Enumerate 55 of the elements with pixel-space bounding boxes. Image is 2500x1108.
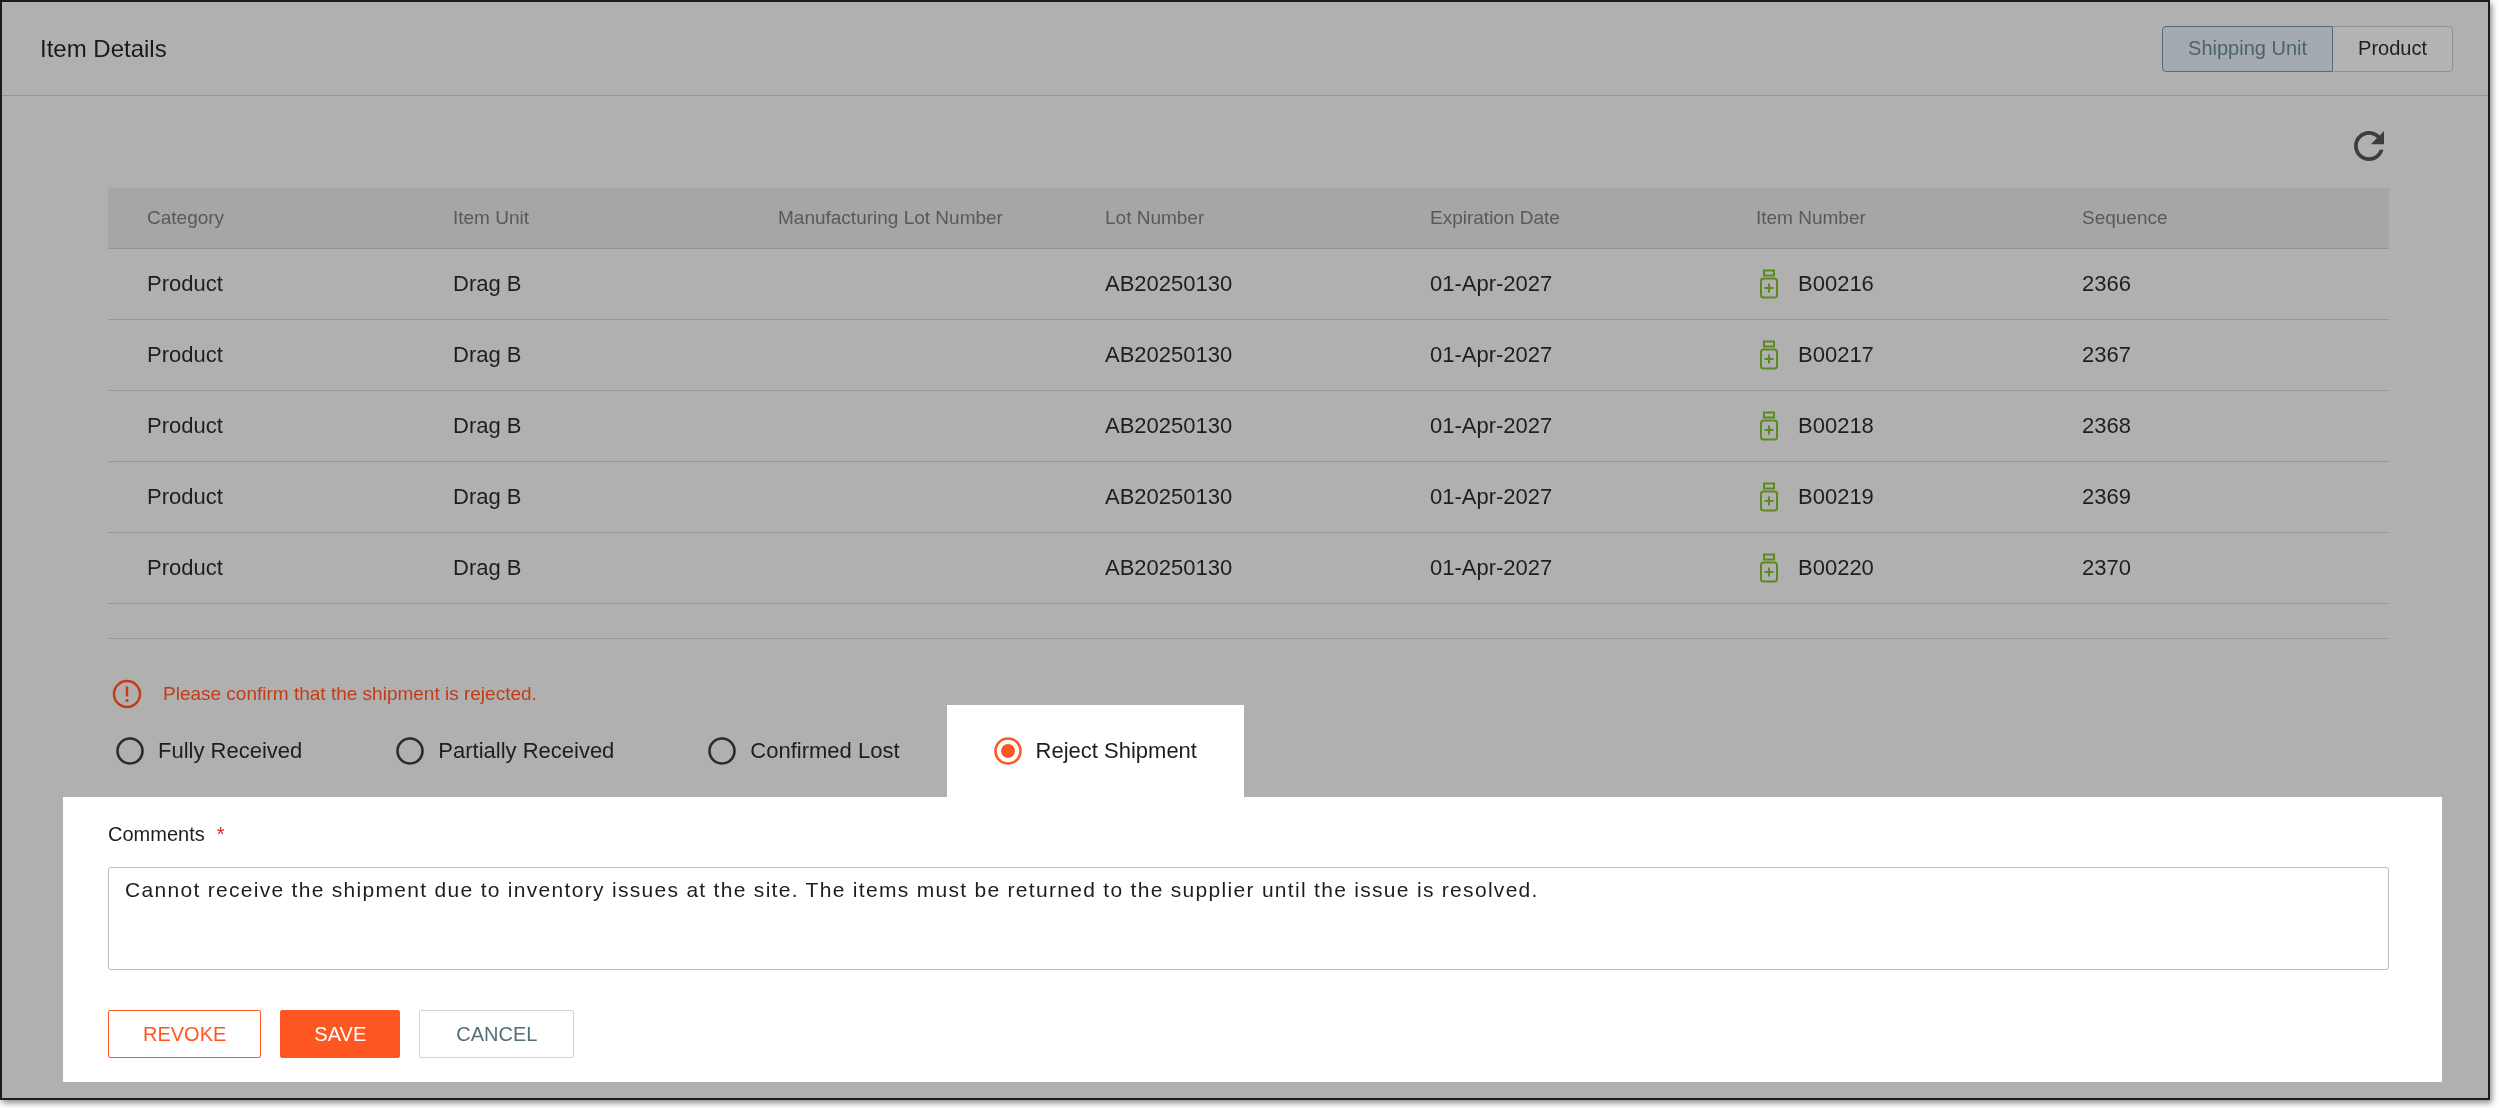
table-cell: 2369 — [2082, 484, 2131, 509]
column-header: Lot Number — [1105, 207, 1205, 228]
table-cell: 01-Apr-2027 — [1430, 342, 1553, 367]
table-cell: Drag B — [453, 413, 522, 438]
warning-message: Please confirm that the shipment is rejected. — [163, 683, 537, 705]
table-cell: B00218 — [1798, 413, 1874, 439]
column-header: Sequence — [2082, 207, 2168, 228]
view-toggle-button[interactable]: Product — [2333, 25, 2453, 72]
table-cell: Product — [147, 413, 223, 438]
warning-icon — [112, 679, 142, 709]
action-button[interactable]: CANCEL — [419, 1010, 575, 1058]
table-cell: 2370 — [2082, 555, 2131, 580]
comments-label: Comments — [108, 822, 205, 847]
panel-title: Item Details — [40, 34, 167, 63]
table-cell: Drag B — [453, 555, 522, 580]
table-cell: 2366 — [2082, 271, 2131, 296]
table-cell: Drag B — [453, 484, 522, 509]
column-header: Category — [147, 207, 225, 228]
column-header: Expiration Date — [1430, 207, 1560, 228]
receipt-option[interactable]: Fully Received — [69, 705, 350, 797]
table-cell: AB20250130 — [1105, 342, 1233, 367]
column-header: Item Number — [1756, 207, 1866, 228]
bottle-plus-icon — [1759, 553, 1779, 583]
table-cell: AB20250130 — [1105, 555, 1233, 580]
bottle-plus-icon — [1759, 269, 1779, 299]
refresh-icon[interactable] — [2354, 131, 2384, 161]
bottle-plus-icon — [1759, 411, 1779, 441]
table-cell: AB20250130 — [1105, 413, 1233, 438]
table-cell: 2367 — [2082, 342, 2131, 367]
table-cell: B00220 — [1798, 555, 1874, 581]
column-header: Item Unit — [453, 207, 530, 228]
receipt-option[interactable]: Reject Shipment — [946, 705, 1244, 797]
table-cell: AB20250130 — [1105, 484, 1233, 509]
table-cell: Drag B — [453, 271, 522, 296]
table-cell: B00217 — [1798, 342, 1874, 368]
comments-field[interactable]: Cannot receive the shipment due to inventory issues at the site. The items must be returned to the supplier until the issue is resolved. — [108, 867, 2389, 970]
bottle-plus-icon — [1759, 482, 1779, 512]
table-cell: 01-Apr-2027 — [1430, 271, 1553, 296]
table-cell: 2368 — [2082, 413, 2131, 438]
table-cell: 01-Apr-2027 — [1430, 413, 1553, 438]
table-cell: 01-Apr-2027 — [1430, 484, 1553, 509]
table-cell: 01-Apr-2027 — [1430, 555, 1553, 580]
bottle-plus-icon — [1759, 340, 1779, 370]
receipt-option[interactable]: Partially Received — [349, 705, 662, 797]
receipt-option[interactable]: Confirmed Lost — [661, 705, 947, 797]
table-cell: B00219 — [1798, 484, 1874, 510]
column-header: Manufacturing Lot Number — [778, 207, 1003, 228]
table-cell: AB20250130 — [1105, 271, 1233, 296]
table-cell: B00216 — [1798, 271, 1874, 297]
table-cell: Product — [147, 555, 223, 580]
table-cell: Product — [147, 271, 223, 296]
required-mark: * — [216, 822, 225, 847]
table-cell: Product — [147, 342, 223, 367]
table-cell: Drag B — [453, 342, 522, 367]
table-cell: Product — [147, 484, 223, 509]
